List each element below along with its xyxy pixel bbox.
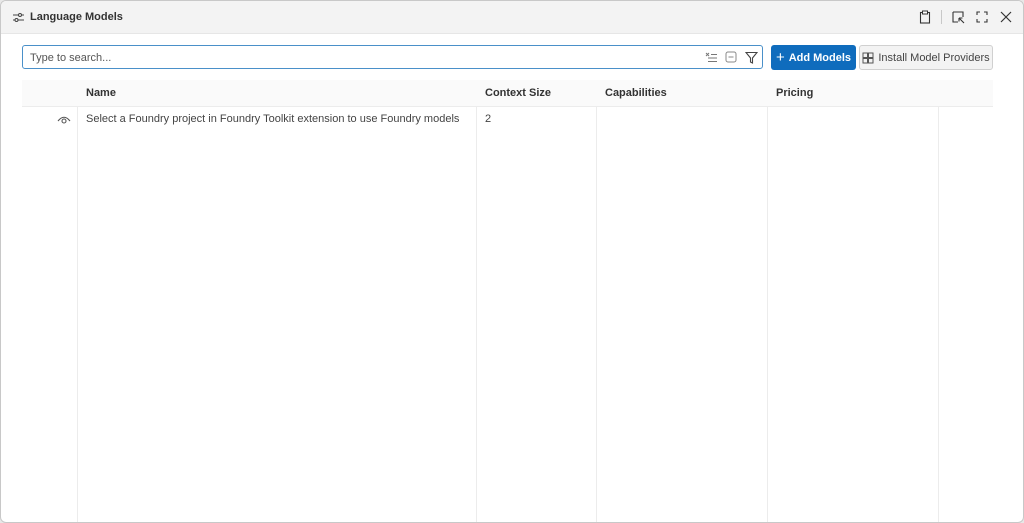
clear-filter-icon[interactable] <box>704 49 718 65</box>
column-header-capabilities[interactable]: Capabilities <box>605 80 667 106</box>
search-input[interactable] <box>28 49 702 67</box>
window-title: Language Models <box>30 11 123 23</box>
search-box[interactable] <box>22 45 763 69</box>
filter-icon[interactable] <box>744 49 758 65</box>
extensions-icon <box>862 52 874 64</box>
column-divider <box>476 106 477 522</box>
cell-context-size: 2 <box>485 113 492 125</box>
fullscreen-icon[interactable] <box>973 8 991 26</box>
column-divider <box>596 106 597 522</box>
column-divider <box>767 106 768 522</box>
title-divider <box>941 10 942 24</box>
select-region-icon[interactable] <box>949 8 967 26</box>
models-table: Name Context Size Capabilities Pricing S… <box>22 80 993 522</box>
column-header-name[interactable]: Name <box>86 80 116 106</box>
column-header-context-size[interactable]: Context Size <box>485 80 551 106</box>
column-divider <box>938 106 939 522</box>
column-divider <box>77 106 78 522</box>
install-model-providers-button[interactable]: Install Model Providers <box>859 45 993 70</box>
title-actions <box>916 8 1015 26</box>
plus-icon: + <box>775 49 785 66</box>
table-header: Name Context Size Capabilities Pricing <box>22 80 993 107</box>
toolbar: + Add Models Install Model Providers <box>22 45 993 71</box>
install-providers-label: Install Model Providers <box>878 51 990 64</box>
title-bar: Language Models <box>1 1 1023 34</box>
cell-name: Select a Foundry project in Foundry Tool… <box>86 113 460 125</box>
settings-sliders-icon <box>12 11 24 23</box>
paste-icon[interactable] <box>916 8 934 26</box>
table-row[interactable]: Select a Foundry project in Foundry Tool… <box>22 107 993 131</box>
language-models-window: Language Models Type to search... + Add … <box>0 0 1024 523</box>
add-models-label: Add Models <box>788 51 852 64</box>
search-actions <box>704 49 758 65</box>
close-icon[interactable] <box>997 8 1015 26</box>
column-header-pricing[interactable]: Pricing <box>776 80 813 106</box>
add-models-button[interactable]: + Add Models <box>771 45 856 70</box>
collapse-icon[interactable] <box>724 49 738 65</box>
eye-icon[interactable] <box>57 113 71 125</box>
